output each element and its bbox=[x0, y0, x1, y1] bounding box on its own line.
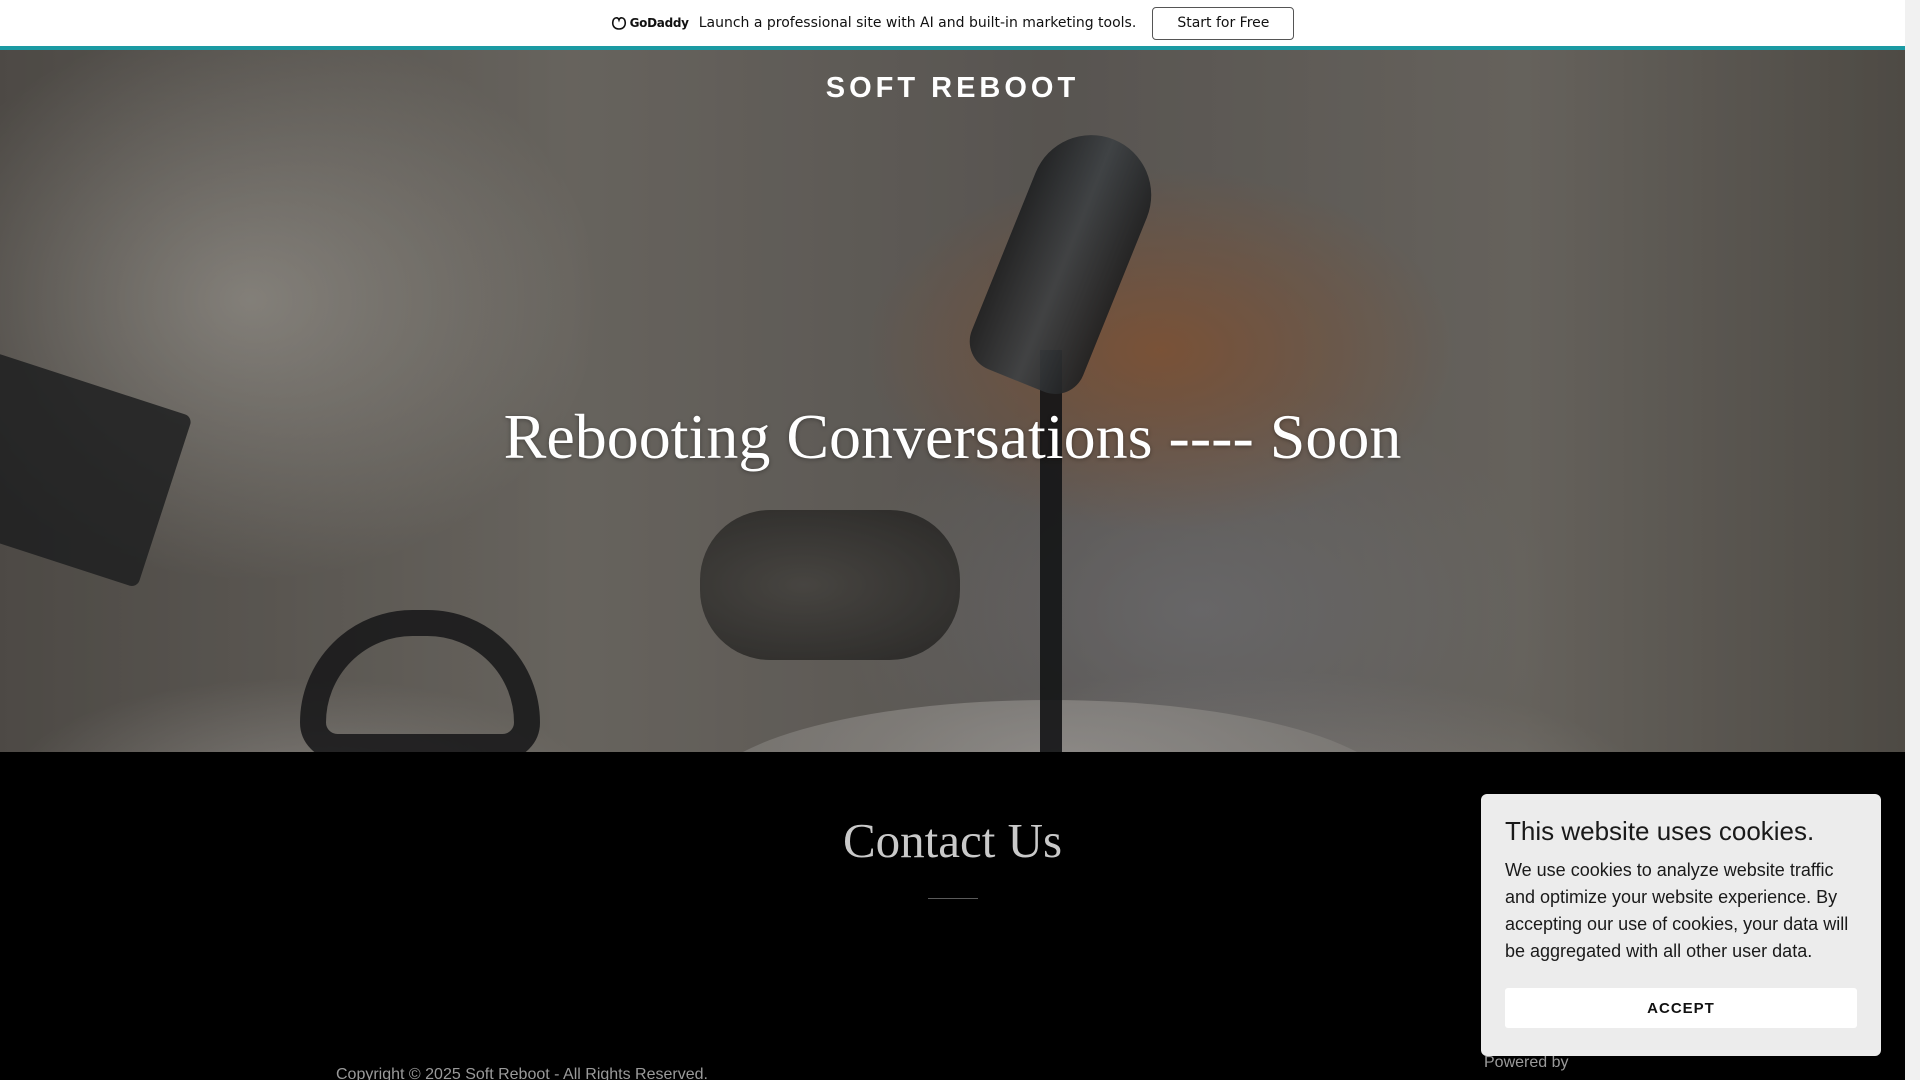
promo-message: Launch a professional site with AI and b… bbox=[698, 15, 1137, 31]
footer-powered-by: Powered by bbox=[1484, 1054, 1569, 1071]
godaddy-logo-icon bbox=[611, 17, 626, 30]
start-for-free-button[interactable]: Start for Free bbox=[1152, 6, 1295, 40]
godaddy-logo[interactable]: GoDaddy bbox=[611, 16, 689, 30]
cookie-title: This website uses cookies. bbox=[1505, 816, 1815, 846]
promo-bar: GoDaddy Launch a professional site with … bbox=[0, 0, 1905, 46]
hero-headline: Rebooting Conversations ---- Soon bbox=[503, 401, 1402, 472]
contact-divider bbox=[928, 898, 978, 899]
godaddy-logo-text: GoDaddy bbox=[629, 16, 689, 30]
cookie-body: We use cookies to analyze website traffi… bbox=[1505, 860, 1849, 961]
cookie-accept-button[interactable]: ACCEPT bbox=[1505, 988, 1857, 1028]
site-title[interactable]: SOFT REBOOT bbox=[0, 72, 1905, 105]
footer-copyright: Copyright © 2025 Soft Reboot - All Right… bbox=[336, 1066, 708, 1080]
cookie-banner: This website uses cookies. We use cookie… bbox=[1481, 794, 1881, 1056]
page-scrollbar[interactable] bbox=[1905, 0, 1920, 1080]
